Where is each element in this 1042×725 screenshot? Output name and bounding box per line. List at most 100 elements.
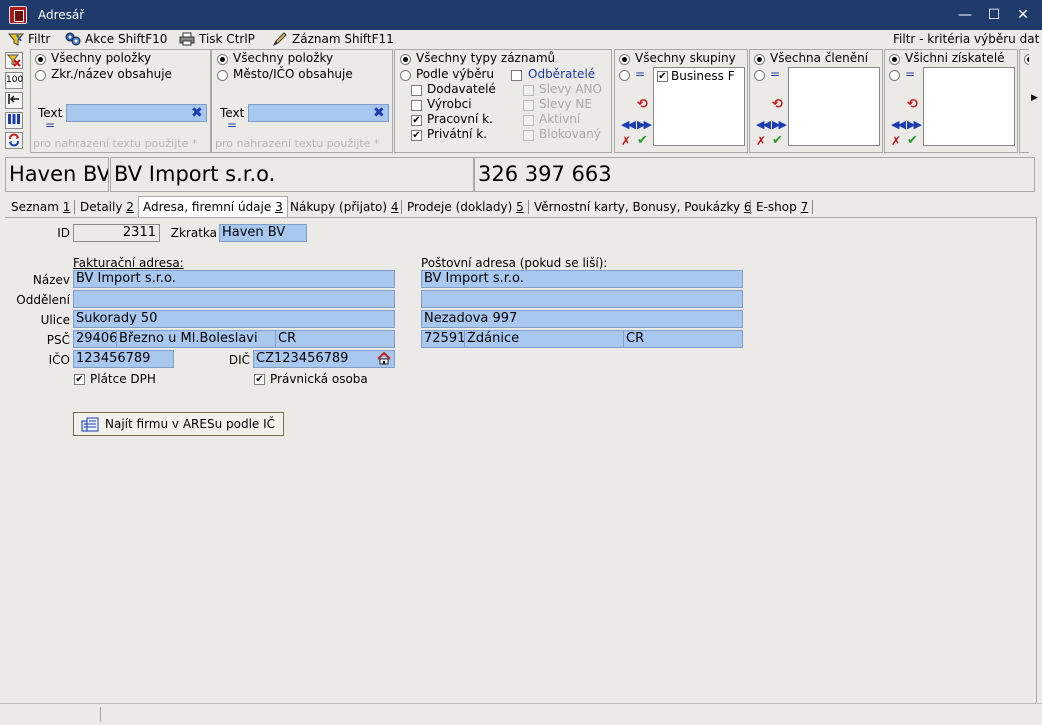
radio-all-groups[interactable] xyxy=(619,54,630,65)
radio-all-acquirers-label: Všichni získatelé xyxy=(905,51,1005,65)
radio-segments-eq[interactable] xyxy=(754,70,765,81)
postal-mesto-field[interactable]: Ždánice xyxy=(464,330,624,348)
chk-vyrobci-label: Výrobci xyxy=(427,97,472,111)
menu-record[interactable]: Záznam ShiftF11 xyxy=(272,31,394,47)
clear-text-icon[interactable]: ✖ xyxy=(191,105,203,121)
segments-listbox[interactable] xyxy=(788,67,880,146)
postal-header: Poštovní adresa (pokud se liší): xyxy=(421,256,608,270)
billing-zeme-field[interactable]: CR xyxy=(275,330,395,348)
chk-dodavatele-label: Dodavatelé xyxy=(427,82,496,96)
chk-group-business[interactable]: ✔ xyxy=(657,71,668,82)
acquirers-prev-icon[interactable]: ◀◀ xyxy=(891,118,906,131)
limit-100-button[interactable]: 100 xyxy=(5,72,23,89)
ares-search-button[interactable]: Najít firmu v ARESu podle IČ xyxy=(73,412,284,436)
radio-all-types[interactable] xyxy=(400,54,411,65)
chk-dodavatele[interactable] xyxy=(411,85,422,96)
groups-listbox[interactable]: ✔ Business F xyxy=(653,67,745,146)
postal-psc-field[interactable]: 72591 xyxy=(421,330,465,348)
clear-filter-icon xyxy=(6,54,21,67)
clear-filter-button[interactable] xyxy=(5,52,23,69)
gears-icon xyxy=(65,32,81,46)
acquirers-next-icon[interactable]: ▶▶ xyxy=(907,118,922,131)
radio-acquirers-eq[interactable] xyxy=(889,70,900,81)
segments-clear-icon[interactable]: ✗ xyxy=(756,134,766,148)
tab-vernostni[interactable]: Věrnostní karty, Bonusy, Poukázky 6 xyxy=(534,198,752,216)
billing-header: Fakturační adresa: xyxy=(73,256,184,270)
tab-strip: Seznam 1 Detaily 2 Adresa, firemní údaje… xyxy=(5,196,1035,217)
maximize-button[interactable]: ☐ xyxy=(983,5,1005,25)
menu-actions-label: Akce ShiftF10 xyxy=(85,32,168,46)
segments-confirm-icon[interactable]: ✔ xyxy=(772,133,783,148)
segments-eq: = xyxy=(770,67,781,81)
chk-privatni[interactable]: ✔ xyxy=(411,130,422,141)
home-icon[interactable] xyxy=(377,351,391,368)
billing-nazev-field[interactable]: BV Import s.r.o. xyxy=(73,270,395,288)
columns-button[interactable] xyxy=(5,112,23,129)
postal-oddeleni-field[interactable] xyxy=(421,290,743,308)
acquirers-confirm-icon[interactable]: ✔ xyxy=(907,133,918,148)
radio-all-items[interactable] xyxy=(35,54,46,65)
tab-nakupy[interactable]: Nákupy (přijato) 4 xyxy=(290,198,399,216)
radio-groups-eq[interactable] xyxy=(619,70,630,81)
zkratka-label: Zkratka xyxy=(170,226,217,240)
chk-platce-dph[interactable]: ✔ xyxy=(74,374,85,385)
zkratka-field[interactable]: Haven BV xyxy=(219,224,307,242)
ico-field[interactable]: 123456789 xyxy=(73,350,174,368)
acquirers-refresh-icon[interactable]: ⟲ xyxy=(907,97,918,112)
menu-filter[interactable]: Filtr xyxy=(7,31,50,47)
postal-ulice-field[interactable]: Nezadova 997 xyxy=(421,310,743,328)
info-short-name: Haven BV xyxy=(5,157,109,192)
menu-print-label: Tisk CtrlP xyxy=(199,32,255,46)
tab-prodeje[interactable]: Prodeje (doklady) 5 xyxy=(407,198,524,216)
chk-odberatele[interactable] xyxy=(511,70,522,81)
tab-seznam[interactable]: Seznam 1 xyxy=(11,198,70,216)
filter-panel-acquirers: Všichni získatelé = ⟲ ◀◀ ▶▶ ✗ ✔ xyxy=(884,49,1018,153)
chk-pravnicka-osoba[interactable]: ✔ xyxy=(254,374,265,385)
radio-name-contains[interactable] xyxy=(35,70,46,81)
chk-pravnicka-osoba-label: Právnická osoba xyxy=(270,372,368,386)
first-column-button[interactable] xyxy=(5,92,23,109)
segments-next-icon[interactable]: ▶▶ xyxy=(772,118,787,131)
acquirers-clear-icon[interactable]: ✗ xyxy=(891,134,901,148)
radio-all-segments[interactable] xyxy=(754,54,765,65)
billing-ulice-field[interactable]: Sukorady 50 xyxy=(73,310,395,328)
menu-actions[interactable]: Akce ShiftF10 xyxy=(65,31,167,47)
ulice-label: Ulice xyxy=(40,313,70,327)
groups-prev-icon[interactable]: ◀◀ xyxy=(621,118,636,131)
radio-city-contains[interactable] xyxy=(217,70,228,81)
radio-all-items-2[interactable] xyxy=(217,54,228,65)
radio-all-acquirers[interactable] xyxy=(889,54,900,65)
chk-aktivni-label: Aktivní xyxy=(539,112,581,126)
radio-name-contains-label: Zkr./název obsahuje xyxy=(51,67,172,81)
groups-clear-icon[interactable]: ✗ xyxy=(621,134,631,148)
billing-mesto-field[interactable]: Březno u Ml.Boleslavi xyxy=(116,330,276,348)
city-text-input[interactable] xyxy=(248,104,389,122)
clear-text-icon-2[interactable]: ✖ xyxy=(373,105,385,121)
groups-refresh-icon[interactable]: ⟲ xyxy=(637,97,648,112)
menu-print[interactable]: Tisk CtrlP xyxy=(179,31,255,47)
groups-confirm-icon[interactable]: ✔ xyxy=(637,133,648,148)
name-text-input[interactable] xyxy=(66,104,207,122)
chk-vyrobci[interactable] xyxy=(411,100,422,111)
billing-psc-field[interactable]: 29406 xyxy=(73,330,117,348)
filter-panel-name: Všechny položky Zkr./název obsahuje Text… xyxy=(30,49,211,153)
radio-by-selection[interactable] xyxy=(400,70,411,81)
postal-zeme-field[interactable]: CR xyxy=(623,330,743,348)
dic-field[interactable]: CZ123456789 xyxy=(253,350,395,368)
acquirers-listbox[interactable] xyxy=(923,67,1015,146)
segments-prev-icon[interactable]: ◀◀ xyxy=(756,118,771,131)
close-button[interactable]: ✕ xyxy=(1012,5,1034,25)
radio-all-segments-label: Všechna členění xyxy=(770,51,869,65)
app-icon xyxy=(9,6,27,24)
panel-scroll-right[interactable]: ▶ xyxy=(1029,49,1042,153)
postal-nazev-field[interactable]: BV Import s.r.o. xyxy=(421,270,743,288)
tab-eshop[interactable]: E-shop 7 xyxy=(756,198,808,216)
groups-next-icon[interactable]: ▶▶ xyxy=(637,118,652,131)
tab-detaily[interactable]: Detaily 2 xyxy=(80,198,134,216)
chk-pracovni[interactable]: ✔ xyxy=(411,115,422,126)
tab-adresa[interactable]: Adresa, firemní údaje 3 xyxy=(138,196,288,217)
segments-refresh-icon[interactable]: ⟲ xyxy=(772,97,783,112)
refresh-button[interactable] xyxy=(5,132,23,149)
billing-oddeleni-field[interactable] xyxy=(73,290,395,308)
minimize-button[interactable]: — xyxy=(954,5,976,25)
